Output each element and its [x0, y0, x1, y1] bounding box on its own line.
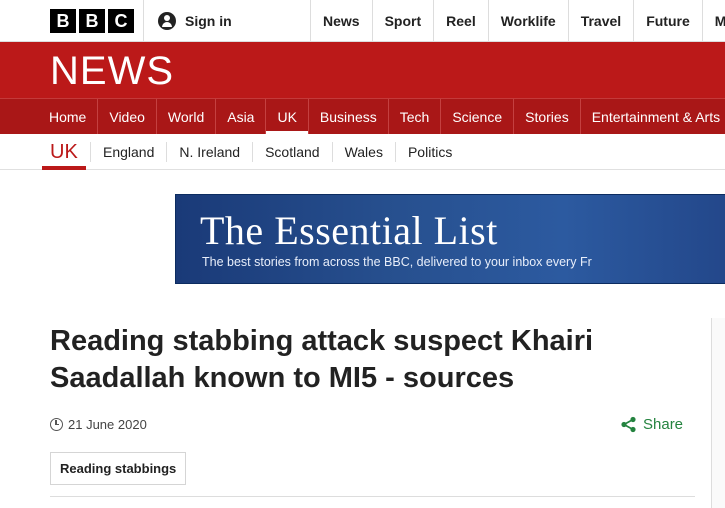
- sub-nav-politics[interactable]: Politics: [394, 142, 464, 162]
- banner-title: The Essential List: [200, 208, 498, 253]
- article-meta: 21 June 2020: [50, 417, 147, 432]
- global-nav-news[interactable]: News: [310, 0, 372, 42]
- nav-video[interactable]: Video: [98, 99, 157, 134]
- share-icon: [621, 416, 636, 433]
- sub-nav-england[interactable]: England: [90, 142, 166, 162]
- article-divider: [50, 496, 695, 497]
- logo-letter: C: [108, 9, 134, 33]
- nav-science[interactable]: Science: [441, 99, 515, 134]
- global-nav-reel[interactable]: Reel: [433, 0, 488, 42]
- news-masthead: NEWS: [0, 42, 725, 98]
- nav-home[interactable]: Home: [38, 99, 99, 134]
- uk-sub-nav: UK England N. Ireland Scotland Wales Pol…: [0, 134, 725, 170]
- news-main-nav: Home Video World Asia UK Business Tech S…: [0, 98, 725, 135]
- sub-nav-wales[interactable]: Wales: [331, 142, 395, 162]
- sign-in-link[interactable]: Sign in: [158, 0, 232, 42]
- global-header: B B C Sign in News Sport Reel Worklife T…: [0, 0, 725, 42]
- global-nav-more[interactable]: More: [701, 0, 725, 42]
- bbc-logo[interactable]: B B C: [50, 9, 134, 33]
- global-nav-future[interactable]: Future: [633, 0, 702, 42]
- logo-letter: B: [79, 9, 105, 33]
- essential-list-banner[interactable]: The Essential List The best stories from…: [175, 194, 725, 284]
- section-title[interactable]: UK: [42, 134, 86, 170]
- article-headline: Reading stabbing attack suspect Khairi S…: [50, 325, 594, 394]
- sign-in-label: Sign in: [185, 13, 232, 29]
- user-icon: [158, 12, 176, 30]
- article-date: 21 June 2020: [68, 417, 147, 432]
- banner-subtitle: The best stories from across the BBC, de…: [202, 255, 592, 269]
- topic-tag[interactable]: Reading stabbings: [50, 452, 187, 485]
- share-button[interactable]: Share: [620, 416, 683, 433]
- global-nav-travel[interactable]: Travel: [567, 0, 633, 42]
- sub-nav-n-ireland[interactable]: N. Ireland: [166, 142, 252, 162]
- nav-entertainment-arts[interactable]: Entertainment & Arts: [581, 99, 725, 134]
- nav-tech[interactable]: Tech: [389, 99, 442, 134]
- global-nav-sport[interactable]: Sport: [371, 0, 434, 42]
- sub-nav-scotland[interactable]: Scotland: [252, 142, 331, 162]
- share-label: Share: [643, 416, 684, 433]
- news-logo[interactable]: NEWS: [50, 51, 174, 91]
- clock-icon: [50, 418, 63, 431]
- global-nav-worklife[interactable]: Worklife: [487, 0, 568, 42]
- nav-stories[interactable]: Stories: [514, 99, 581, 134]
- sub-nav-list: England N. Ireland Scotland Wales Politi…: [90, 134, 464, 170]
- nav-asia[interactable]: Asia: [216, 99, 267, 134]
- sidebar-edge: [711, 318, 725, 508]
- nav-business[interactable]: Business: [309, 99, 389, 134]
- logo-letter: B: [50, 9, 76, 33]
- nav-world[interactable]: World: [157, 99, 217, 134]
- header-divider: [143, 0, 144, 42]
- nav-uk[interactable]: UK: [266, 99, 309, 135]
- global-nav: News Sport Reel Worklife Travel Future M…: [310, 0, 725, 42]
